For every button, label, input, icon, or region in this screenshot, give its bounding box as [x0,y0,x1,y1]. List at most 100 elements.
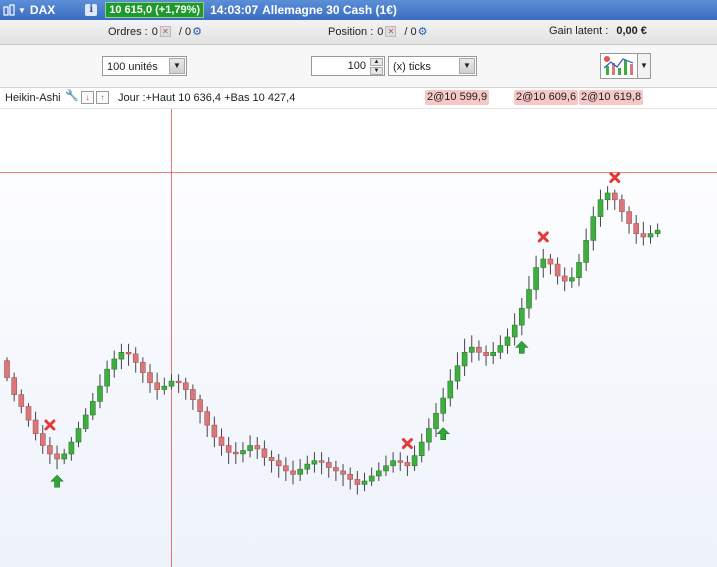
candle-body [497,345,504,353]
candle-body [461,352,468,367]
candle-body [347,473,354,480]
position-close-icon[interactable]: ✕ [385,26,397,37]
orders-group: Ordres : 0 ✕ / 0 ⚙ [108,25,202,39]
candle-body [240,450,246,455]
candle-body [204,411,210,426]
gain-label: Gain latent : [549,25,609,37]
candle-body [483,352,489,357]
window-menu-icon[interactable] [2,3,16,17]
candle-body [118,352,125,360]
candle-body [283,465,289,472]
price-badge: 10 615,0 (+1,79%) [105,2,205,18]
units-select[interactable]: 100 unités ▼ [102,56,187,76]
indicator-info: Jour :+Haut 10 636,4 +Bas 10 427,4 [118,92,296,104]
candle-body [633,223,640,234]
move-up-icon[interactable]: ↑ [96,91,109,104]
candle-body [225,445,232,453]
candle-body [275,460,282,467]
indicator-name: Heikin-Ashi [5,92,61,104]
chart-type-button[interactable] [600,53,638,79]
entry-marker-icon [50,474,64,488]
orders-settings-icon[interactable]: ⚙ [192,25,202,38]
candle-body [561,275,568,282]
position-label: Position : [328,25,374,38]
entry-marker-icon [436,427,450,441]
ticks-stepper-value: 100 [347,60,366,72]
price-chart[interactable] [0,109,717,567]
candle-body [254,445,261,450]
candle-body [368,475,375,482]
chart-type-icon [603,56,634,75]
chevron-down-icon[interactable]: ▼ [169,58,185,74]
candle-body [82,414,89,429]
candle-body [247,445,253,451]
exit-cross [537,231,549,243]
candle-body [647,233,654,238]
candle-body [583,240,589,263]
candle-body [511,324,518,338]
info-icon[interactable]: i [85,4,98,16]
candle-body [175,380,182,384]
exit-marker-icon [401,438,413,450]
candle-body [54,453,60,460]
candle-body [547,258,554,265]
candle-body [383,465,389,472]
candle-body [333,467,339,472]
candle-body [147,372,153,384]
candle-body [161,385,168,390]
candle-body [518,307,525,326]
candle-body [533,267,539,290]
chevron-down-icon[interactable]: ▼ [18,6,26,15]
candle-body [325,462,332,468]
candle-body [25,406,32,421]
candle-body [190,389,196,400]
candle-body [540,258,547,268]
entry-arrow [436,427,450,441]
chevron-down-icon[interactable]: ▼ [459,58,475,74]
order-tag[interactable]: 2@10 599,9 [425,90,490,105]
candle-body [11,377,17,395]
candle-body [447,380,454,399]
ticks-unit-select[interactable]: (x) ticks ▼ [388,56,477,76]
instrument-name[interactable]: DAX [30,3,55,17]
candle-body [140,362,146,373]
candle-body [304,463,311,470]
entry-arrow [515,340,529,354]
candle-body [47,445,53,455]
candle-body [132,353,139,363]
candle-body [390,460,396,467]
candle-body [340,470,346,475]
candle-body [418,441,425,457]
orders-label: Ordres : [108,25,148,38]
candle-body [375,470,382,477]
indicator-bar: Heikin-Ashi 🔧 ↓ ↑ Jour :+Haut 10 636,4 +… [0,88,717,109]
candle-body [318,460,325,463]
candle-body [68,441,75,455]
candle-body [504,336,511,346]
candle-body [4,360,10,378]
candle-body [168,380,175,387]
candle-body [197,399,203,412]
move-down-icon[interactable]: ↓ [81,91,94,104]
gain-value: 0,00 € [616,25,647,37]
candle-body [654,229,661,234]
stepper-down-icon[interactable]: ▼ [370,67,383,75]
candle-body [626,211,632,224]
candle-body [104,368,110,387]
ticks-unit-value: (x) ticks [393,61,431,73]
orders-cancel-icon[interactable]: ✕ [159,26,171,37]
position-settings-icon[interactable]: ⚙ [418,25,428,38]
candle-body [233,451,239,455]
candle-body [125,352,132,355]
candle-body [297,468,304,475]
exit-cross [44,419,56,431]
candle-body [211,424,218,438]
chart-type-dropdown[interactable]: ▼ [638,53,651,79]
ticks-stepper[interactable]: 100 ▲ ▼ [311,56,385,76]
candle-body [476,346,482,353]
wrench-icon[interactable]: 🔧 [65,91,79,102]
order-tag[interactable]: 2@10 619,8 [579,90,644,105]
stepper-up-icon[interactable]: ▲ [370,58,383,66]
exit-marker-icon [537,231,549,243]
order-tag[interactable]: 2@10 609,6 [514,90,579,105]
